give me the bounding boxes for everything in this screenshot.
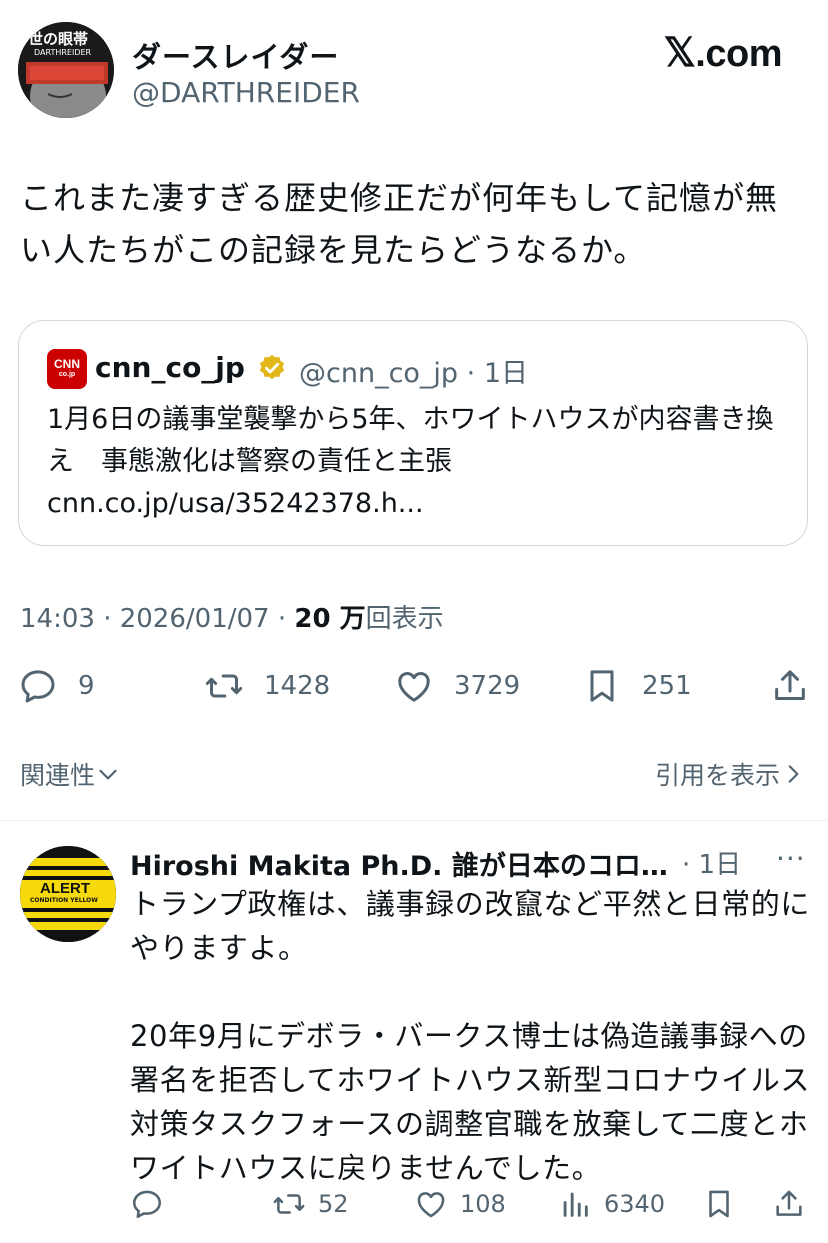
repost-icon [273,1194,305,1214]
heart-icon [417,1192,445,1218]
reply-share-button[interactable] [772,1184,806,1224]
verified-badge-icon [259,354,285,380]
heart-icon [398,672,430,702]
avatar-kanji: 世の眼帯 [28,30,89,48]
views-label: 回表示 [365,604,444,634]
bookmark-icon [709,1190,729,1218]
reply-author-avatar[interactable]: ALERT CONDITION YELLOW [20,846,116,942]
x-logo-icon: 𝕏 [663,31,696,75]
reply-views-button[interactable]: 6340 [558,1184,665,1224]
reply-count: 9 [78,671,95,701]
reply-author-name[interactable]: Hiroshi Makita Ph.D. 誰が日本のコロ… [130,844,682,883]
repost-icon [205,674,243,698]
post-text: これまた凄すぎる歴史修正だが何年もして記憶が無い人たちがこの記録を見たらどうなる… [20,179,779,269]
share-button[interactable] [770,664,810,708]
avatar-label: DARTHREIDER [34,48,92,57]
quoted-handle-time: @cnn_co_jp · 1日 [299,358,528,389]
post-meta: 14:03 · 2026/01/07 · 20 万回表示 [20,598,444,635]
reply-like-button[interactable]: 108 [414,1184,506,1224]
reply-views-count: 6340 [604,1190,666,1218]
x-com-logo: 𝕏.com [663,30,783,76]
bookmark-icon [590,670,614,702]
reply-time: · 1日 [682,850,742,880]
sort-relevance-button[interactable]: 関連性 [20,756,121,792]
like-count: 3729 [454,671,521,701]
reply-repost-button[interactable]: 52 [272,1184,349,1224]
avatar-alert-text: ALERT [40,880,90,897]
more-options-icon[interactable]: ··· [776,842,806,875]
author-display-name[interactable]: ダースレイダー [132,34,339,76]
quoted-post-card[interactable]: CNN co.jp cnn_co_jp @cnn_co_jp · 1日 1月6日… [18,320,808,546]
view-quotes-label: 引用を表示 [654,761,780,790]
cnn-logo-icon: CNN co.jp [47,349,87,389]
view-quotes-link[interactable]: 引用を表示 [655,756,806,792]
repost-button[interactable]: 1428 [204,664,330,708]
author-handle[interactable]: @DARTHREIDER [132,76,360,109]
sort-label: 関連性 [20,761,96,790]
reply-repost-count: 52 [318,1190,349,1218]
reply-reply-button[interactable] [130,1184,164,1224]
like-button[interactable]: 3729 [394,664,520,708]
cnn-logo-text: CNN [54,357,80,371]
reply-paragraph-2: 20年9月にデボラ・バークス博士は偽造議事録への署名を拒否してホワイトハウス新型… [130,1019,810,1185]
divider [0,820,828,821]
cnn-logo-sub: co.jp [58,371,76,378]
reply-icon [132,1190,162,1219]
bookmark-count: 251 [642,671,692,701]
reply-button[interactable]: 9 [18,664,95,708]
reply-like-count: 108 [460,1190,506,1218]
reply-icon [21,670,55,703]
bookmark-button[interactable]: 251 [582,664,692,708]
share-icon [776,1190,802,1216]
quoted-author-name[interactable]: cnn_co_jp [95,351,245,384]
avatar-condition-text: CONDITION YELLOW [30,897,98,904]
post-timestamp: 14:03 · 2026/01/07 · [20,604,295,634]
repost-count: 1428 [264,671,331,701]
analytics-icon [563,1192,588,1217]
share-icon [775,670,805,700]
author-avatar[interactable]: 世の眼帯 DARTHREIDER [18,22,114,118]
chevron-down-icon [99,769,117,780]
chevron-right-icon [788,765,799,783]
quoted-text: 1月6日の議事堂襲撃から5年、ホワイトハウスが内容書き換え 事態激化は警察の責任… [47,404,774,519]
domain-text: .com [695,33,782,75]
reply-paragraph-1: トランプ政権は、議事録の改竄など平然と日常的にやりますよ。 [130,887,810,965]
views-count: 20 万 [294,604,366,634]
reply-text: トランプ政権は、議事録の改竄など平然と日常的にやりますよ。 20年9月にデボラ・… [130,882,810,1190]
reply-bookmark-button[interactable] [702,1184,736,1224]
